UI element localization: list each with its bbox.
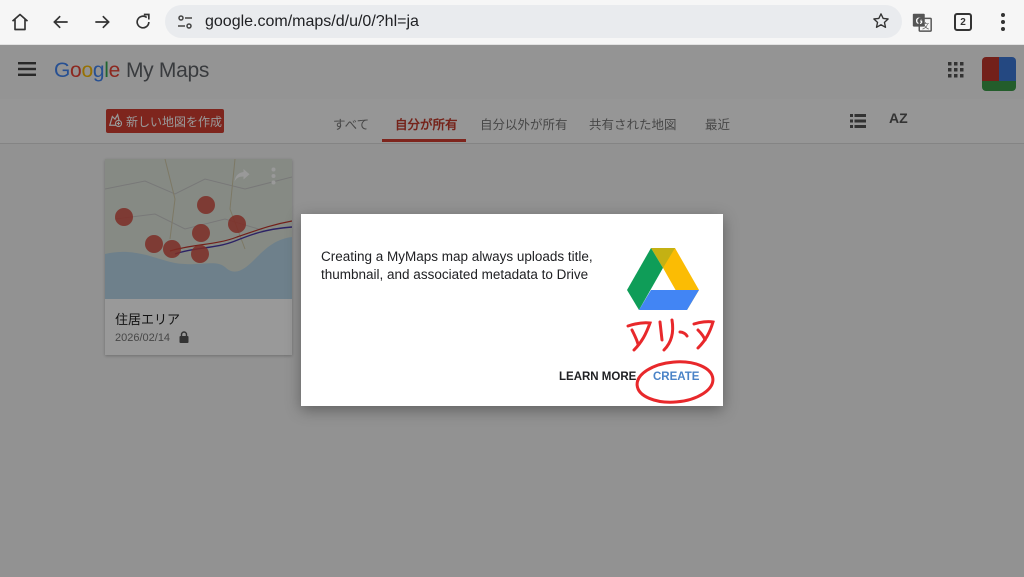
svg-text:文: 文	[922, 21, 930, 30]
site-settings-icon[interactable]	[177, 14, 193, 35]
home-icon[interactable]	[6, 8, 34, 36]
address-bar[interactable]: google.com/maps/d/u/0/?hl=ja	[165, 5, 902, 38]
bookmark-star-icon[interactable]	[872, 12, 890, 35]
back-arrow-icon[interactable]	[47, 8, 75, 36]
url-text: google.com/maps/d/u/0/?hl=ja	[205, 13, 419, 30]
more-menu-icon[interactable]	[989, 8, 1017, 36]
dialog-message: Creating a MyMaps map always uploads tit…	[321, 249, 593, 282]
google-drive-icon	[627, 248, 699, 317]
browser-toolbar: google.com/maps/d/u/0/?hl=ja G文 2	[0, 0, 1024, 45]
forward-arrow-icon[interactable]	[88, 8, 116, 36]
click-annotation-overlay	[626, 318, 715, 404]
reload-icon[interactable]	[129, 8, 157, 36]
translate-icon[interactable]: G文	[908, 8, 936, 36]
tab-switcher-button[interactable]: 2	[949, 8, 977, 36]
tab-count: 2	[954, 13, 972, 31]
